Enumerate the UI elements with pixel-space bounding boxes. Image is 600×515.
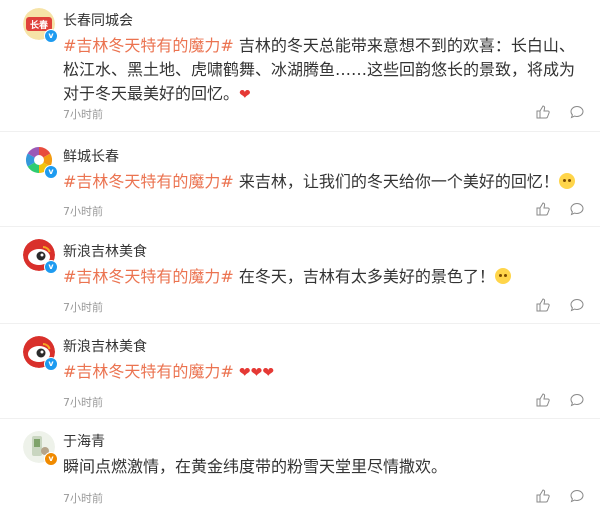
comment-item: v 鲜城长春 #吉林冬天特有的魔力# 来吉林，让我们的冬天给你一个美好的回忆！ … [0, 132, 600, 227]
comment-item: v 新浪吉林美食 #吉林冬天特有的魔力# ❤❤❤ 7小时前 [0, 324, 600, 419]
topic-link[interactable]: #吉林冬天特有的魔力# [63, 36, 234, 55]
comment-item: v 于海青 瞬间点燃激情，在黄金纬度带的粉雪天堂里尽情撒欢。 7小时前 [0, 419, 600, 515]
thumbs-up-icon[interactable] [536, 105, 550, 119]
comment-text: #吉林冬天特有的魔力# 来吉林，让我们的冬天给你一个美好的回忆！ [63, 170, 588, 194]
comment-text: 瞬间点燃激情，在黄金纬度带的粉雪天堂里尽情撒欢。 [63, 455, 588, 479]
comment-body: 瞬间点燃激情，在黄金纬度带的粉雪天堂里尽情撒欢。 [63, 457, 448, 476]
comment-body: 来吉林，让我们的冬天给你一个美好的回忆！ [233, 172, 559, 191]
verified-badge-icon: v [44, 260, 58, 274]
timestamp: 7小时前 [63, 205, 103, 218]
comment-actions [536, 489, 584, 503]
avatar[interactable]: v [23, 336, 58, 371]
avatar[interactable]: v [23, 239, 58, 274]
thumbs-up-icon[interactable] [536, 489, 550, 503]
username[interactable]: 新浪吉林美食 [63, 336, 147, 356]
heart-emoji: ❤ [239, 87, 251, 103]
comment-body: 在冬天，吉林有太多美好的景色了！ [233, 267, 495, 286]
comment-actions [536, 393, 584, 407]
thumbs-up-icon[interactable] [536, 393, 550, 407]
comment-text: #吉林冬天特有的魔力# 在冬天，吉林有太多美好的景色了！ [63, 265, 588, 289]
comment-bubble-icon[interactable] [570, 202, 584, 216]
verified-badge-icon: v [44, 357, 58, 371]
topic-link[interactable]: #吉林冬天特有的魔力# [63, 267, 234, 286]
thumbs-up-icon[interactable] [536, 202, 550, 216]
comment-actions [536, 105, 584, 119]
topic-link[interactable]: #吉林冬天特有的魔力# [63, 172, 234, 191]
comment-feed: 长春 v 长春同城会 #吉林冬天特有的魔力# 吉林的冬天总能带来意想不到的欢喜：… [0, 0, 600, 515]
timestamp: 7小时前 [63, 301, 103, 314]
emoji-icon [558, 173, 575, 189]
avatar[interactable]: v [23, 144, 58, 179]
topic-link[interactable]: #吉林冬天特有的魔力# [63, 362, 234, 381]
emoji-icon [494, 268, 511, 284]
thumbs-up-icon[interactable] [536, 298, 550, 312]
comment-bubble-icon[interactable] [570, 298, 584, 312]
comment-actions [536, 202, 584, 216]
comment-bubble-icon[interactable] [570, 489, 584, 503]
verified-badge-icon: v [44, 29, 58, 43]
username[interactable]: 鲜城长春 [63, 146, 119, 166]
timestamp: 7小时前 [63, 108, 103, 121]
heart-emoji: ❤❤❤ [238, 365, 275, 381]
timestamp: 7小时前 [63, 492, 103, 505]
comment-text: #吉林冬天特有的魔力# ❤❤❤ [63, 360, 588, 385]
avatar[interactable]: 长春 v [23, 8, 58, 43]
comment-bubble-icon[interactable] [570, 105, 584, 119]
verified-badge-icon: v [44, 165, 58, 179]
verified-badge-icon: v [44, 452, 58, 466]
username[interactable]: 新浪吉林美食 [63, 241, 147, 261]
username[interactable]: 于海青 [63, 431, 105, 451]
comment-actions [536, 298, 584, 312]
avatar[interactable]: v [23, 431, 58, 466]
comment-item: 长春 v 长春同城会 #吉林冬天特有的魔力# 吉林的冬天总能带来意想不到的欢喜：… [0, 0, 600, 132]
timestamp: 7小时前 [63, 396, 103, 409]
comment-item: v 新浪吉林美食 #吉林冬天特有的魔力# 在冬天，吉林有太多美好的景色了！ 7小… [0, 227, 600, 324]
username[interactable]: 长春同城会 [63, 10, 133, 30]
comment-bubble-icon[interactable] [570, 393, 584, 407]
comment-text: #吉林冬天特有的魔力# 吉林的冬天总能带来意想不到的欢喜：长白山、松江水、黑土地… [63, 34, 588, 107]
